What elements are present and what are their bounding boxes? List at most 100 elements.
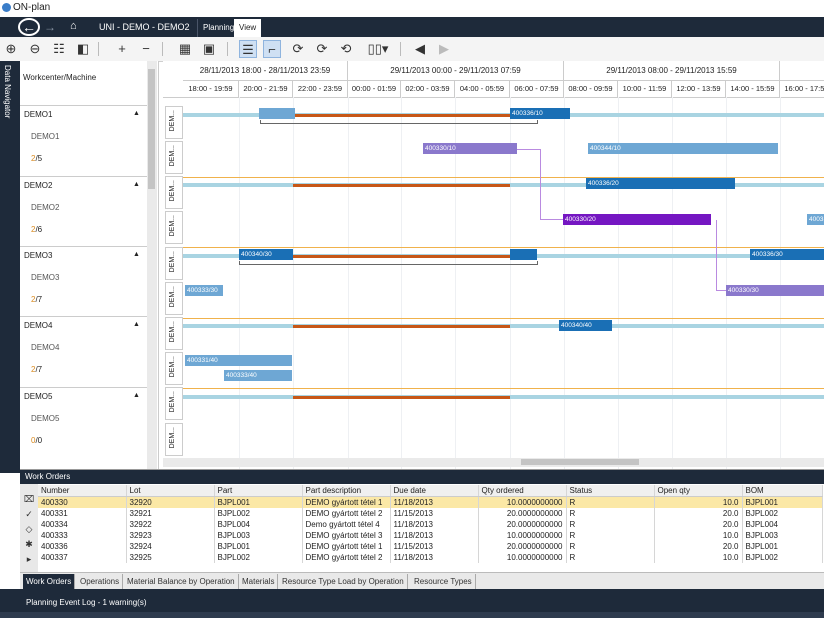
machine-name: DEMO3 xyxy=(31,273,60,282)
operation-bar[interactable] xyxy=(510,249,537,260)
column-header[interactable]: BOM xyxy=(742,485,823,497)
tab-planning[interactable]: Planning xyxy=(197,19,240,37)
table-row[interactable]: 400337 32925 BJPL002 DEMO gyártott tétel 21… xyxy=(38,552,823,563)
hour-header: 02:00 - 03:59 xyxy=(401,81,455,97)
gantt-chart[interactable]: 28/11/2013 18:00 - 28/11/2013 23:59 29/1… xyxy=(163,61,824,469)
operation-bar[interactable]: 400330/10 xyxy=(423,143,517,154)
collapse-arrow-icon[interactable]: ▲ xyxy=(133,392,140,399)
collapse-arrow-icon[interactable]: ▲ xyxy=(133,181,140,188)
operation-bar[interactable]: 400333/30 xyxy=(185,285,223,296)
work-orders-panel: Work Orders ⌧ ✓ ◇ ✱ ▸ Number Lot Part Pa… xyxy=(20,469,824,574)
work-orders-table[interactable]: Number Lot Part Part description Due dat… xyxy=(38,485,823,563)
row-label: DEM... xyxy=(165,106,183,139)
scrollbar-thumb[interactable] xyxy=(521,459,639,465)
column-header[interactable]: Open qty xyxy=(654,485,743,497)
tools-icon[interactable]: ✱ xyxy=(23,539,35,551)
grouping-dropdown-icon[interactable]: ▯▯▾ xyxy=(365,40,391,58)
scrollbar-thumb[interactable] xyxy=(148,69,155,189)
add-icon[interactable]: + xyxy=(113,40,131,58)
row-label: DEM... xyxy=(165,423,183,456)
home-icon[interactable]: ⌂ xyxy=(70,20,77,32)
link-view-icon[interactable]: ⌐ xyxy=(263,40,281,58)
operation-bar[interactable]: 4003 xyxy=(807,214,824,225)
filter-clear-icon[interactable]: ⌧ xyxy=(23,494,35,506)
period-header: 29/11/2013 08:00 - 29/11/2013 15:59 xyxy=(564,61,780,81)
period-header: 28/11/2013 18:00 - 28/11/2013 23:59 xyxy=(183,61,348,81)
dependency-link xyxy=(517,149,541,150)
tab-operations[interactable]: Operations xyxy=(77,574,124,589)
back-arrow-icon[interactable]: ← xyxy=(18,18,40,36)
operation-bar[interactable]: 400336/20 xyxy=(586,178,735,189)
remove-icon[interactable]: − xyxy=(137,40,155,58)
operation-bar[interactable]: 400340/40 xyxy=(559,320,612,331)
machine-count: 2/7 xyxy=(31,295,43,304)
run-segment xyxy=(293,396,510,399)
operation-bar[interactable]: 400330/30 xyxy=(726,285,824,296)
tab-resource-type-load[interactable]: Resource Type Load by Operation xyxy=(279,574,408,589)
tag-icon[interactable]: ◇ xyxy=(23,524,35,536)
zoom-in-icon[interactable]: ⊕ xyxy=(2,40,20,58)
column-header[interactable]: Number xyxy=(38,485,127,497)
next-icon[interactable]: ▶ xyxy=(435,40,453,58)
hour-header: 12:00 - 13:59 xyxy=(672,81,726,97)
previous-icon[interactable]: ◀ xyxy=(411,40,429,58)
run-segment xyxy=(293,184,510,187)
tab-resource-types[interactable]: Resource Types xyxy=(411,574,476,589)
calendar-icon[interactable]: ▦ xyxy=(176,40,194,58)
operation-bar[interactable] xyxy=(259,108,295,119)
operation-bar[interactable]: 400340/30 xyxy=(239,249,293,260)
table-row[interactable]: 400334 32922 BJPL004 Demo gyártott tétel 41… xyxy=(38,519,823,530)
gantt-horizontal-scrollbar[interactable] xyxy=(163,458,824,467)
selection-bracket xyxy=(260,120,538,124)
reschedule-backward-icon[interactable]: ⟲ xyxy=(337,40,355,58)
column-header[interactable]: Due date xyxy=(390,485,479,497)
collapse-arrow-icon[interactable]: ▲ xyxy=(133,251,140,258)
tab-work-orders[interactable]: Work Orders xyxy=(23,574,76,589)
layout-icon[interactable]: ◧ xyxy=(74,40,92,58)
work-orders-title: Work Orders xyxy=(20,470,824,484)
data-navigator-rail[interactable]: Data Navigator xyxy=(0,61,20,473)
operation-bar[interactable]: 400336/30 xyxy=(750,249,824,260)
forward-arrow-icon[interactable]: → xyxy=(44,20,56,34)
column-header[interactable]: Part description xyxy=(302,485,391,497)
tab-view[interactable]: View xyxy=(234,19,262,37)
dependency-link xyxy=(716,220,717,290)
table-row[interactable]: 400336 32924 BJPL001 DEMO gyártott tétel 11… xyxy=(38,541,823,552)
collapse-arrow-icon[interactable]: ▲ xyxy=(133,110,140,117)
column-header[interactable]: Qty ordered xyxy=(478,485,567,497)
table-row[interactable]: 400331 32921 BJPL002 DEMO gyártott tétel 21… xyxy=(38,508,823,519)
run-segment xyxy=(293,325,510,328)
row-label: DEM... xyxy=(165,387,183,420)
window-title: ON-plan xyxy=(13,2,51,13)
hour-header: 18:00 - 19:59 xyxy=(183,81,239,97)
table-row[interactable]: 400333 32923 BJPL003 DEMO gyártott tétel 31… xyxy=(38,530,823,541)
gantt-view-icon[interactable]: ☰ xyxy=(239,40,257,58)
column-settings-icon[interactable]: ☷ xyxy=(50,40,68,58)
row-label: DEM... xyxy=(165,282,183,315)
column-header[interactable]: Lot xyxy=(126,485,215,497)
operation-bar[interactable]: 400344/10 xyxy=(588,143,778,154)
collapse-arrow-icon[interactable]: ▲ xyxy=(133,321,140,328)
operation-bar[interactable]: 400331/40 xyxy=(185,355,292,366)
table-header-row: Number Lot Part Part description Due dat… xyxy=(38,485,823,497)
column-header[interactable]: Status xyxy=(566,485,655,497)
column-header[interactable]: Part xyxy=(214,485,303,497)
operation-bar[interactable]: 400330/20 xyxy=(563,214,711,225)
machine-name: DEMO2 xyxy=(31,203,60,212)
expand-icon[interactable]: ▸ xyxy=(23,554,35,566)
reschedule-icon[interactable]: ⟳ xyxy=(289,40,307,58)
workcenter-scrollbar[interactable] xyxy=(147,61,157,469)
event-log-status[interactable]: Planning Event Log - 1 warning(s) xyxy=(26,598,147,607)
row-label: DEM... xyxy=(165,352,183,385)
tab-materials[interactable]: Materials xyxy=(239,574,279,589)
calendar-day-icon[interactable]: ▣ xyxy=(200,40,218,58)
dependency-link xyxy=(716,290,726,291)
operation-bar[interactable]: 400333/40 xyxy=(224,370,292,381)
filter-check-icon[interactable]: ✓ xyxy=(23,509,35,521)
workcenter-panel: Workcenter/Machine DEMO1 ▲ DEMO1 2/5 DEM… xyxy=(20,61,159,469)
zoom-out-icon[interactable]: ⊖ xyxy=(26,40,44,58)
tab-material-balance[interactable]: Material Balance by Operation xyxy=(124,574,239,589)
table-row[interactable]: 400330 32920 BJPL001 DEMO gyártott tétel 11… xyxy=(38,496,823,508)
operation-bar[interactable]: 400336/10 xyxy=(510,108,570,119)
reschedule-forward-icon[interactable]: ⟳ xyxy=(313,40,331,58)
